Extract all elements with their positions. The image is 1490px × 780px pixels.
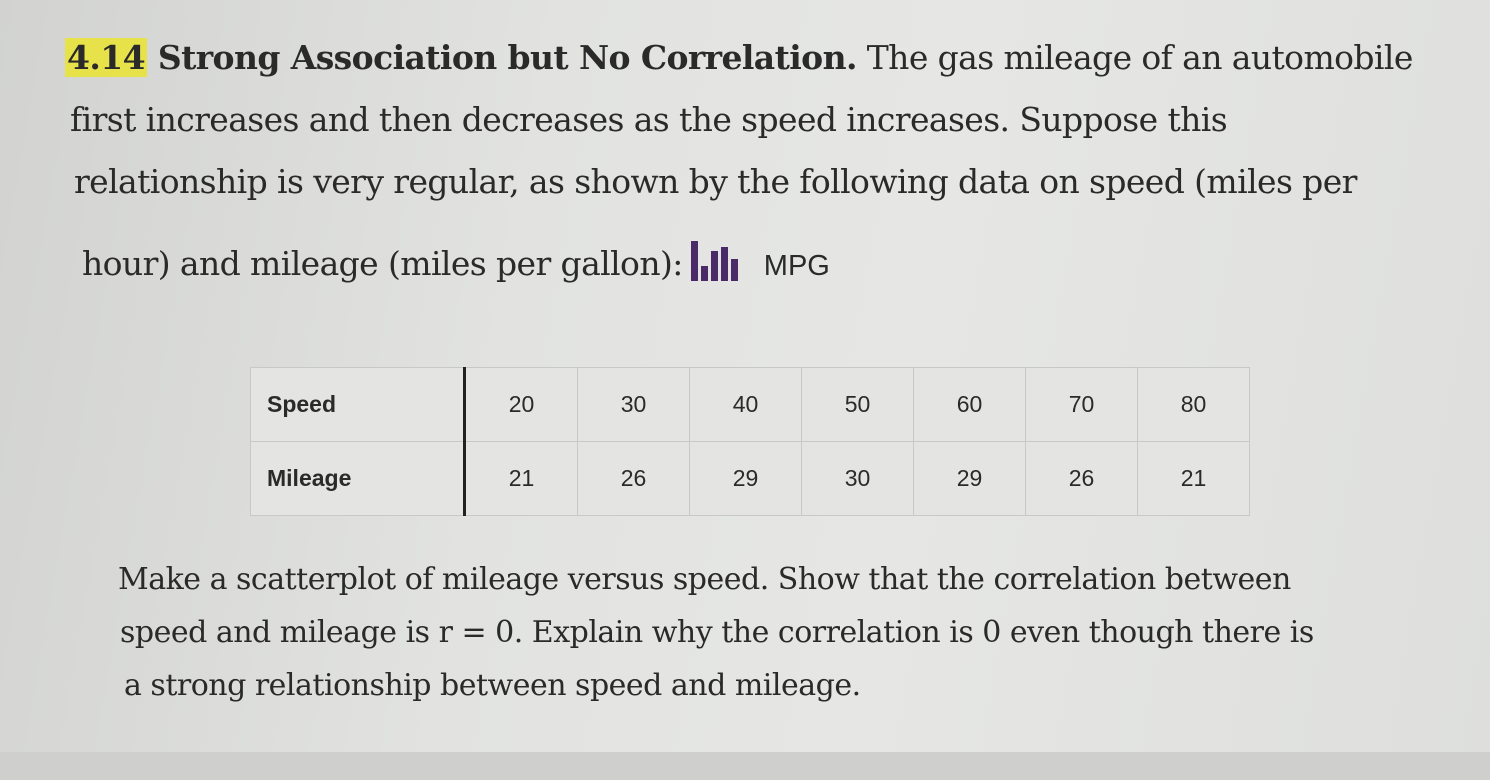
table-cell: 20 [464, 367, 578, 442]
table-row-speed: Speed 20 30 40 50 60 70 80 [250, 367, 1250, 442]
bar-chart-icon[interactable] [690, 237, 738, 281]
intro-line-2: first increases and then decreases as th… [70, 100, 1228, 139]
row-label: Speed [250, 367, 466, 442]
table-cell: 21 [1137, 441, 1250, 516]
table-cell: 80 [1137, 367, 1250, 442]
problem-title: Strong Association but No Correlation. [157, 38, 858, 77]
question-line-2: speed and mileage is r = 0. Explain why … [120, 615, 1314, 650]
table-cell: 29 [913, 441, 1026, 516]
problem-number: 4.14 [65, 38, 147, 77]
problem-heading-line: 4.14 Strong Association but No Correlati… [65, 38, 1413, 77]
intro-text: The gas mileage of an automobile [866, 38, 1414, 77]
table-cell: 21 [464, 441, 578, 516]
table-cell: 40 [689, 367, 802, 442]
table-cell: 50 [801, 367, 914, 442]
table-cell: 30 [801, 441, 914, 516]
table-cell: 70 [1025, 367, 1138, 442]
intro-line-4-text: hour) and mileage (miles per gallon): [82, 244, 683, 283]
table-row-mileage: Mileage 21 26 29 30 29 26 21 [250, 441, 1250, 516]
intro-line-3: relationship is very regular, as shown b… [74, 162, 1357, 201]
question-line-3: a strong relationship between speed and … [124, 668, 861, 703]
table-cell: 26 [1025, 441, 1138, 516]
dataset-link-mpg[interactable]: MPG [764, 250, 830, 282]
row-label: Mileage [250, 441, 466, 516]
intro-line-4: hour) and mileage (miles per gallon): MPG [82, 237, 830, 283]
table-cell: 30 [577, 367, 690, 442]
data-table: Speed 20 30 40 50 60 70 80 Mileage 21 26… [250, 367, 1250, 516]
table-cell: 26 [577, 441, 690, 516]
screen-bottom-edge [0, 752, 1490, 780]
table-cell: 29 [689, 441, 802, 516]
table-cell: 60 [913, 367, 1026, 442]
question-line-1: Make a scatterplot of mileage versus spe… [118, 562, 1291, 597]
